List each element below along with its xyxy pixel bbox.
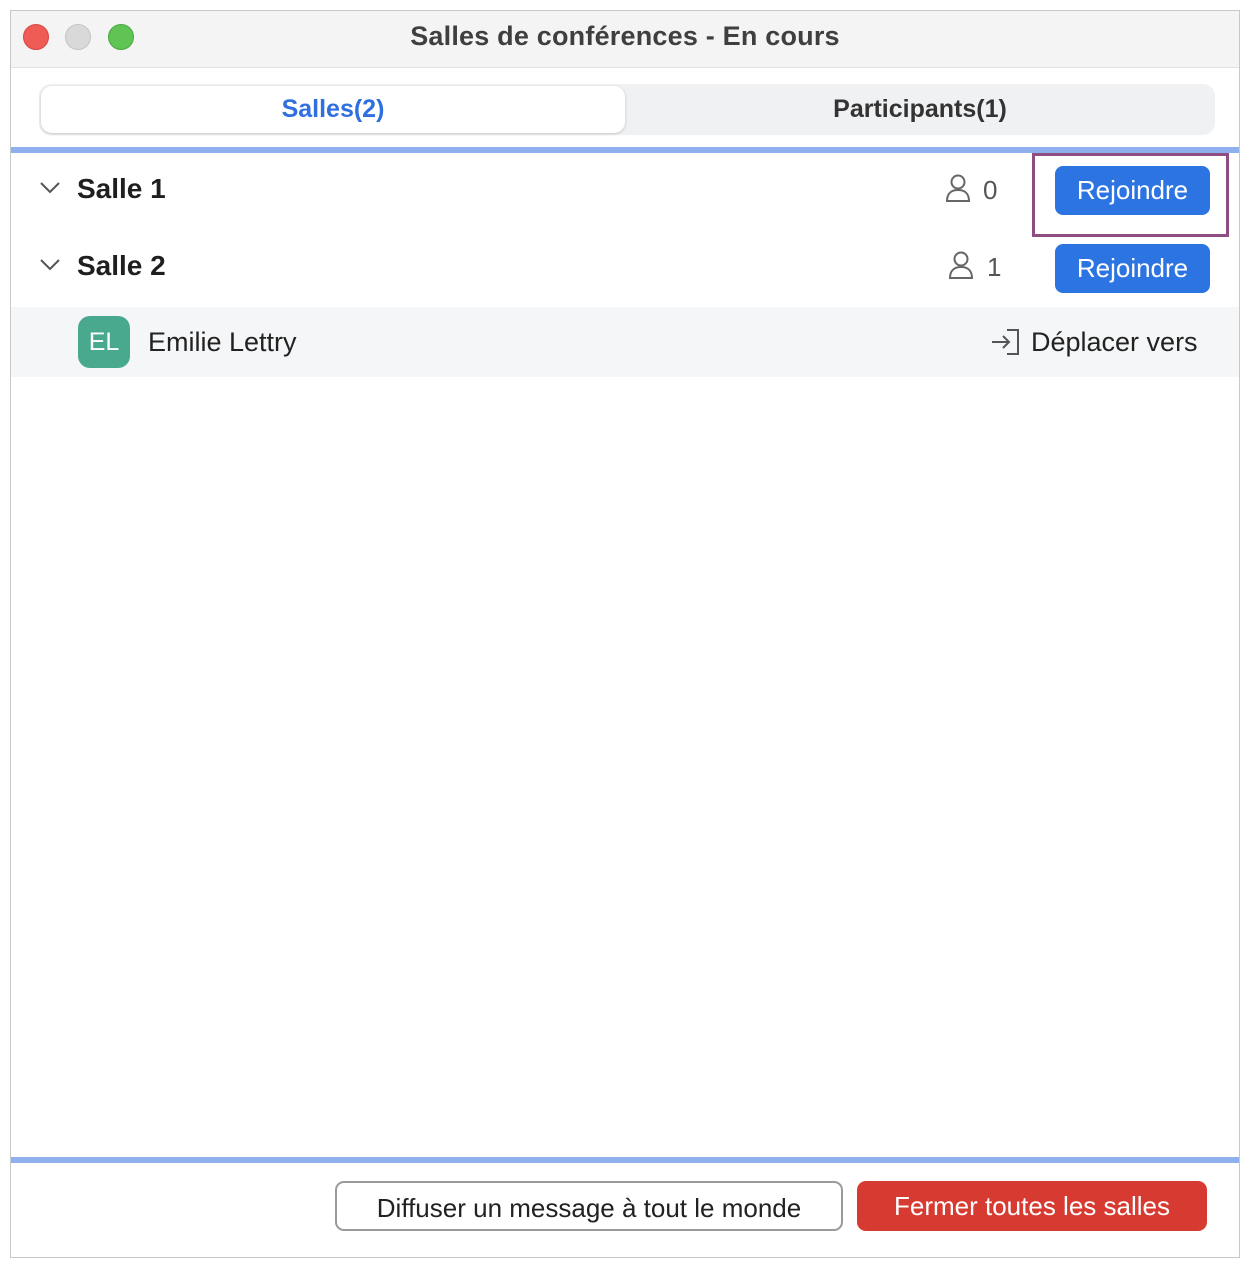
breakout-rooms-window: Salles de conférences - En cours Salles(… <box>10 10 1240 1258</box>
window-title: Salles de conférences - En cours <box>410 21 840 51</box>
room-row-2: Salle 2 1 Rejoindre <box>11 236 1239 300</box>
highlight-frame <box>1032 153 1229 237</box>
close-all-rooms-button[interactable]: Fermer toutes les salles <box>857 1181 1207 1231</box>
person-icon <box>945 174 971 202</box>
chevron-down-icon[interactable] <box>39 181 61 195</box>
avatar: EL <box>78 316 130 368</box>
move-to-icon[interactable] <box>991 328 1021 356</box>
tab-participants[interactable]: Participants(1) <box>627 86 1213 133</box>
participant-row: EL Emilie Lettry Déplacer vers <box>11 307 1239 377</box>
join-room-2-button[interactable]: Rejoindre <box>1055 244 1210 293</box>
tab-rooms[interactable]: Salles(2) <box>41 86 625 133</box>
chevron-down-icon[interactable] <box>39 258 61 272</box>
broadcast-message-button[interactable]: Diffuser un message à tout le monde <box>335 1181 843 1231</box>
room-participant-count: 0 <box>983 175 998 205</box>
tab-bar: Salles(2) Participants(1) <box>39 84 1215 135</box>
bottom-divider <box>11 1157 1239 1163</box>
move-to-button[interactable]: Déplacer vers <box>1031 327 1198 358</box>
person-icon <box>948 251 974 279</box>
participant-name: Emilie Lettry <box>148 327 297 357</box>
room-participant-count: 1 <box>987 252 1002 282</box>
room-name: Salle 2 <box>77 250 166 281</box>
room-name: Salle 1 <box>77 173 166 204</box>
title-bar: Salles de conférences - En cours <box>11 11 1239 68</box>
